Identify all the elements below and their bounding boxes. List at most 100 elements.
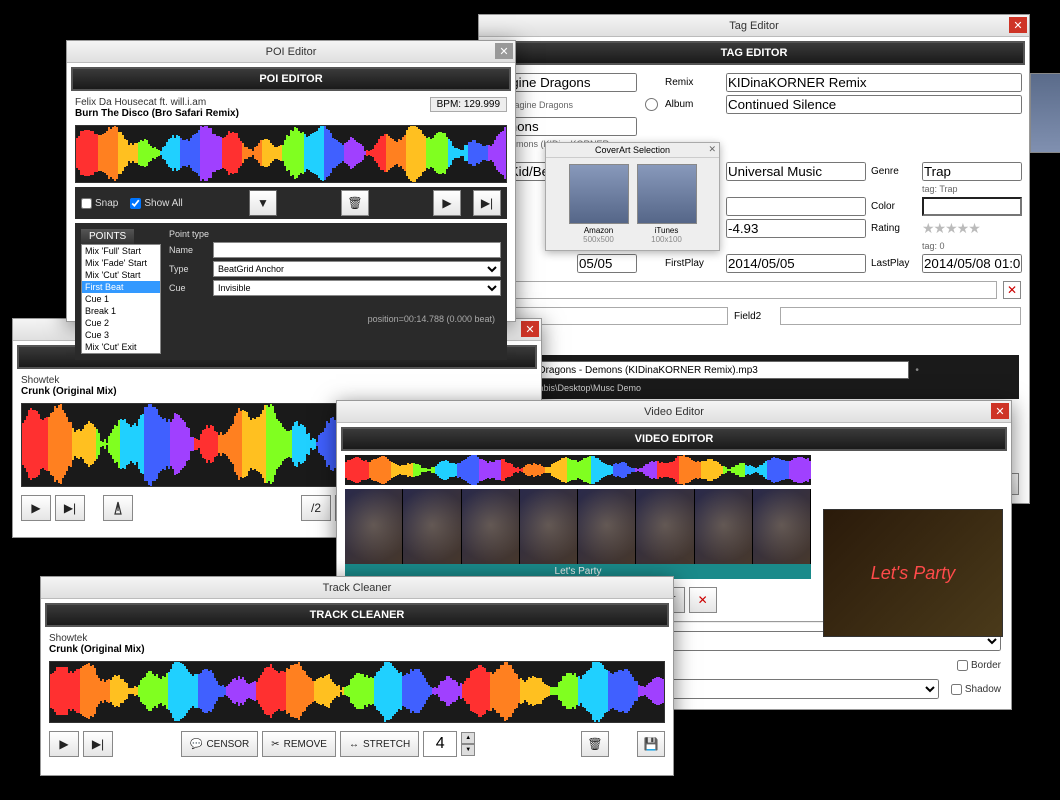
lastplay-field[interactable] — [922, 254, 1022, 273]
cleaner-title: Track Cleaner — [323, 582, 392, 594]
tag-editor-titlebar: Tag Editor ✕ — [479, 15, 1029, 37]
save-button[interactable]: 💾 — [637, 731, 665, 757]
cue-label: Cue — [169, 283, 209, 293]
snap-checkbox[interactable]: Snap — [81, 198, 118, 209]
coverart-title: CoverArt Selection ✕ — [546, 143, 719, 158]
delete-button[interactable]: 🗑 — [581, 731, 609, 757]
date-field[interactable] — [577, 254, 637, 273]
type-label: Type — [169, 264, 209, 274]
point-item[interactable]: Cue 2 — [82, 317, 160, 329]
speech-icon: 💬 — [190, 739, 202, 750]
grouping-field[interactable] — [726, 197, 866, 216]
cover-thumb-icon — [637, 164, 697, 224]
coverart-amazon[interactable]: Amazon 500x500 — [569, 164, 629, 244]
poi-titlebar: POI Editor ✕ — [67, 41, 515, 63]
poi-header: POI EDITOR — [71, 67, 511, 91]
album-radio[interactable] — [645, 98, 658, 111]
color-field[interactable] — [922, 197, 1022, 216]
point-item[interactable]: Cue 3 — [82, 329, 160, 341]
remove-overlay-button[interactable]: ✕ — [689, 587, 717, 613]
firstplay-field[interactable] — [726, 254, 866, 273]
filter-button[interactable]: ▼ — [249, 190, 277, 216]
video-title: Video Editor — [644, 406, 704, 418]
close-icon[interactable]: ✕ — [521, 321, 539, 337]
cover-thumb-icon — [569, 164, 629, 224]
label-field[interactable] — [726, 162, 866, 181]
firstplay-label: FirstPlay — [665, 258, 721, 269]
next-button[interactable]: ▶| — [473, 190, 501, 216]
point-item[interactable]: Mix 'Full' Start — [82, 245, 160, 257]
point-item[interactable]: Mix 'Cut' Start — [82, 269, 160, 281]
field2-label: Field2 — [734, 311, 774, 322]
bpm-badge: BPM: 129.999 — [430, 97, 507, 112]
close-icon[interactable]: ✕ — [1009, 17, 1027, 33]
filename-field[interactable] — [495, 361, 909, 379]
half-bpm-button[interactable]: /2 — [301, 495, 331, 521]
point-item[interactable]: Cue 1 — [82, 293, 160, 305]
next-button[interactable]: ▶| — [83, 731, 113, 757]
censor-button[interactable]: 💬CENSOR — [181, 731, 258, 757]
position-status: position=00:14.788 (0.000 beat) — [169, 314, 501, 324]
next-button[interactable]: ▶| — [55, 495, 85, 521]
point-item[interactable]: Mix 'Fade' Start — [82, 257, 160, 269]
tag-editor-title: Tag Editor — [729, 20, 779, 32]
close-icon[interactable]: ✕ — [991, 403, 1009, 419]
close-icon[interactable]: ✕ — [708, 144, 716, 155]
overlay-text-preview: Let's Party — [871, 563, 955, 584]
point-item[interactable]: Break 1 — [82, 305, 160, 317]
coverart-itunes[interactable]: iTunes 100x100 — [637, 164, 697, 244]
gain-field[interactable] — [726, 219, 866, 238]
close-icon[interactable]: ✕ — [495, 43, 513, 59]
play-button[interactable]: ▶ — [49, 731, 79, 757]
video-titlebar: Video Editor ✕ — [337, 401, 1011, 423]
cleaner-track: Crunk (Original Mix) — [49, 644, 665, 655]
points-list[interactable]: Mix 'Full' StartMix 'Fade' StartMix 'Cut… — [81, 244, 161, 354]
type-select[interactable]: BeatGrid Anchor — [213, 261, 501, 277]
delete-comment-button[interactable]: ✕ — [1003, 281, 1021, 299]
cleaner-artist: Showtek — [49, 633, 665, 644]
name-label: Name — [169, 245, 209, 255]
stretch-icon: ↔ — [349, 739, 359, 750]
cleaner-titlebar: Track Cleaner — [41, 577, 673, 599]
video-waveform[interactable] — [345, 455, 811, 485]
cue-select[interactable]: Invisible — [213, 280, 501, 296]
cleaner-waveform[interactable] — [49, 661, 665, 723]
cover-art-image[interactable] — [1030, 73, 1060, 153]
play-button[interactable]: ▶ — [21, 495, 51, 521]
remove-button[interactable]: ✂REMOVE — [262, 731, 336, 757]
bpm-artist: Showtek — [21, 375, 533, 386]
play-button[interactable]: ▶ — [433, 190, 461, 216]
poi-editor-window: POI Editor ✕ POI EDITOR BPM: 129.999 Fel… — [66, 40, 516, 322]
genre-field[interactable] — [922, 162, 1022, 181]
border-checkbox[interactable]: Border — [957, 660, 1001, 671]
album-field[interactable] — [726, 95, 1022, 114]
poi-title: POI Editor — [266, 46, 317, 58]
stretch-spinner[interactable]: ▲▼ — [461, 732, 475, 756]
album-label: Album — [665, 99, 721, 110]
field2-field[interactable] — [780, 307, 1021, 325]
info-panel: • C:\Users\Babis\Desktop\Musc Demo — [489, 355, 1019, 399]
tag-editor-header: TAG EDITOR — [483, 41, 1025, 65]
poi-waveform[interactable] — [75, 125, 507, 183]
path-text: C:\Users\Babis\Desktop\Musc Demo — [495, 383, 1013, 393]
video-timeline[interactable]: Let's Party — [345, 489, 811, 579]
rating-label: Rating — [871, 223, 917, 234]
showall-checkbox[interactable]: Show All — [130, 198, 182, 209]
point-item[interactable]: Mix 'Fade' Exit — [82, 353, 160, 354]
delete-button[interactable]: 🗑 — [341, 190, 369, 216]
comment-field[interactable] — [507, 281, 997, 299]
color-label: Color — [871, 201, 917, 212]
stretch-button[interactable]: ↔STRETCH — [340, 731, 419, 757]
track-cleaner-window: Track Cleaner TRACK CLEANER Showtek Crun… — [40, 576, 674, 776]
shadow-checkbox[interactable]: Shadow — [951, 684, 1001, 695]
points-tab[interactable]: POINTS — [81, 229, 134, 244]
remix-field[interactable] — [726, 73, 1022, 92]
coverart-popup: CoverArt Selection ✕ Amazon 500x500 iTun… — [545, 142, 720, 251]
lastplay-label: LastPlay — [871, 258, 917, 269]
point-item[interactable]: First Beat — [82, 281, 160, 293]
point-item[interactable]: Mix 'Cut' Exit — [82, 341, 160, 353]
stretch-value[interactable] — [423, 731, 457, 757]
rating-stars[interactable]: ★★★★★ — [922, 220, 1022, 237]
metronome-button[interactable] — [103, 495, 133, 521]
name-input[interactable] — [213, 242, 501, 258]
